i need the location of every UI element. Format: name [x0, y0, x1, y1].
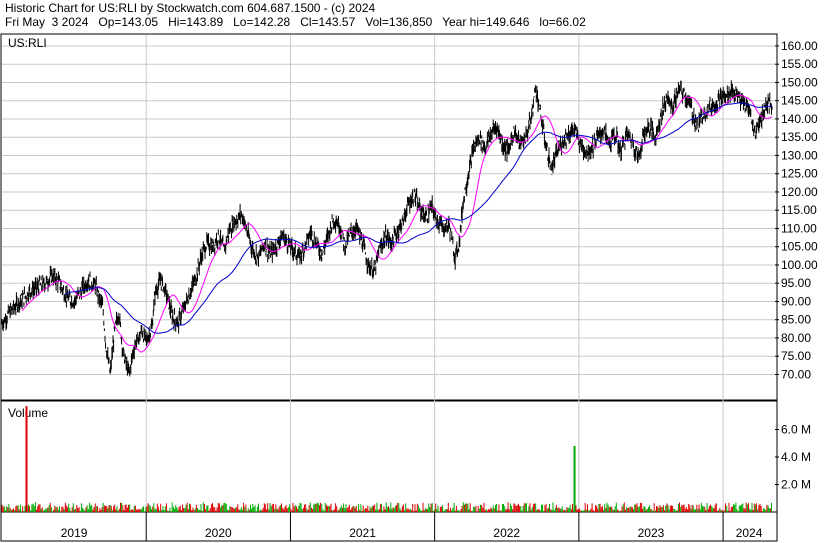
volume-tick-label: 6.0 M — [781, 423, 811, 437]
price-tick-label: 100.00 — [781, 258, 818, 272]
price-tick-label: 90.00 — [781, 294, 811, 308]
chart-svg: 2019 2020 2021 2022 2023 2024 160.00 155.00 150.… — [0, 33, 818, 542]
price-tick-label: 75.00 — [781, 349, 811, 363]
price-tick-label: 110.00 — [781, 221, 817, 235]
price-panel-frame — [0, 33, 778, 401]
chart-title: US:RLI — [8, 36, 47, 50]
chart-root: Historic Chart for US:RLI by Stockwatch.… — [0, 0, 830, 543]
price-tick-label: 155.00 — [781, 57, 818, 71]
price-tick-label: 120.00 — [781, 185, 818, 199]
moving-average-short — [21, 94, 773, 353]
volume-tick-label: 2.0 M — [781, 478, 811, 492]
year-label: 2019 — [61, 526, 88, 540]
volume-panel-frame — [0, 400, 778, 513]
price-tick-label: 135.00 — [781, 130, 818, 144]
volume-title: Volume — [8, 406, 48, 420]
price-tick-label: 145.00 — [781, 94, 818, 108]
year-label: 2020 — [205, 526, 232, 540]
year-label: 2023 — [638, 526, 665, 540]
price-tick-label: 150.00 — [781, 75, 818, 89]
price-tick-label: 105.00 — [781, 240, 818, 254]
price-tick-label: 70.00 — [781, 367, 811, 381]
year-label: 2024 — [736, 526, 763, 540]
price-tick-label: 125.00 — [781, 167, 818, 181]
price-tick-label: 115.00 — [781, 203, 817, 217]
year-label: 2021 — [349, 526, 376, 540]
price-tick-label: 140.00 — [781, 112, 818, 126]
price-tick-label: 130.00 — [781, 148, 818, 162]
price-tick-label: 85.00 — [781, 313, 811, 327]
year-label: 2022 — [493, 526, 520, 540]
price-tick-label: 80.00 — [781, 331, 811, 345]
price-tick-label: 160.00 — [781, 39, 818, 53]
price-tick-label: 95.00 — [781, 276, 811, 290]
volume-tick-label: 4.0 M — [781, 450, 811, 464]
